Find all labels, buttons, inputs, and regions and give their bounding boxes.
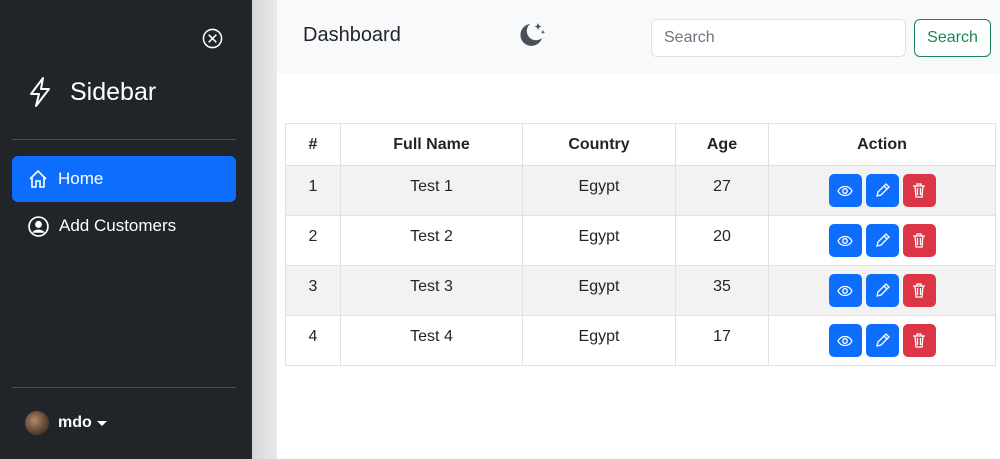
brand-label: Sidebar bbox=[70, 77, 157, 106]
pencil-icon bbox=[875, 233, 890, 247]
edit-button[interactable] bbox=[865, 224, 899, 257]
table-row: 4 Test 4 Egypt 17 bbox=[285, 315, 996, 366]
sidebar-item-home[interactable]: Home bbox=[12, 156, 236, 202]
user-dropdown[interactable]: mdo bbox=[25, 411, 107, 435]
table-row: 3 Test 3 Egypt 35 bbox=[285, 265, 996, 316]
column-header: Age bbox=[675, 123, 769, 166]
table-row: 1 Test 1 Egypt 27 bbox=[285, 165, 996, 216]
caret-down-icon bbox=[96, 420, 107, 426]
cell-id: 4 bbox=[285, 315, 341, 366]
cell-actions bbox=[768, 315, 996, 366]
user-name: mdo bbox=[58, 414, 92, 431]
edit-button[interactable] bbox=[865, 324, 899, 357]
column-header: Action bbox=[768, 123, 996, 166]
eye-icon bbox=[837, 235, 853, 246]
cell-name: Test 1 bbox=[340, 165, 523, 216]
trash-icon bbox=[913, 333, 925, 348]
edit-button[interactable] bbox=[865, 174, 899, 207]
view-button[interactable] bbox=[828, 274, 862, 307]
cell-actions bbox=[768, 165, 996, 216]
view-button[interactable] bbox=[828, 324, 862, 357]
cell-age: 27 bbox=[675, 165, 769, 216]
edit-button[interactable] bbox=[865, 274, 899, 307]
trash-icon bbox=[913, 183, 925, 198]
pencil-icon bbox=[875, 183, 890, 197]
cell-country: Egypt bbox=[522, 315, 676, 366]
view-button[interactable] bbox=[828, 224, 862, 257]
eye-icon bbox=[837, 335, 853, 346]
delete-button[interactable] bbox=[902, 274, 936, 307]
cell-actions bbox=[768, 215, 996, 266]
cell-name: Test 3 bbox=[340, 265, 523, 316]
eye-icon bbox=[837, 185, 853, 196]
pencil-icon bbox=[875, 333, 890, 347]
sidebar-item-label: Add Customers bbox=[59, 216, 177, 235]
sidebar-item-label: Home bbox=[58, 169, 104, 188]
person-circle-icon bbox=[28, 215, 49, 237]
cell-age: 35 bbox=[675, 265, 769, 316]
column-header: # bbox=[285, 123, 341, 166]
cell-country: Egypt bbox=[522, 165, 676, 216]
cell-age: 17 bbox=[675, 315, 769, 366]
page-title: Dashboard bbox=[303, 24, 401, 46]
cell-country: Egypt bbox=[522, 265, 676, 316]
trash-icon bbox=[913, 283, 925, 298]
sidebar-item-add-customers[interactable]: Add Customers bbox=[12, 203, 236, 249]
search-input[interactable] bbox=[651, 19, 906, 57]
cell-country: Egypt bbox=[522, 215, 676, 266]
delete-button[interactable] bbox=[902, 174, 936, 207]
main-content: Dashboard Search # Full Name Country Age… bbox=[277, 0, 1000, 459]
top-navbar: Dashboard Search bbox=[277, 0, 1000, 74]
avatar bbox=[25, 411, 49, 435]
table-row: 2 Test 2 Egypt 20 bbox=[285, 215, 996, 266]
search-button[interactable]: Search bbox=[914, 19, 991, 57]
cell-id: 2 bbox=[285, 215, 341, 266]
column-header: Country bbox=[522, 123, 676, 166]
sidebar-brand[interactable]: Sidebar bbox=[28, 76, 156, 108]
sidebar: Sidebar Home Add Customers mdo bbox=[0, 0, 252, 459]
moon-stars-icon[interactable] bbox=[517, 20, 547, 50]
lightning-icon bbox=[30, 77, 50, 107]
view-button[interactable] bbox=[828, 174, 862, 207]
cell-name: Test 4 bbox=[340, 315, 523, 366]
column-header: Full Name bbox=[340, 123, 523, 166]
house-icon bbox=[29, 169, 47, 188]
divider bbox=[12, 139, 236, 140]
close-circle-icon[interactable] bbox=[202, 28, 223, 49]
cell-age: 20 bbox=[675, 215, 769, 266]
eye-icon bbox=[837, 285, 853, 296]
cell-id: 1 bbox=[285, 165, 341, 216]
pencil-icon bbox=[875, 283, 890, 297]
trash-icon bbox=[913, 233, 925, 248]
cell-id: 3 bbox=[285, 265, 341, 316]
divider bbox=[12, 387, 236, 388]
delete-button[interactable] bbox=[902, 324, 936, 357]
cell-name: Test 2 bbox=[340, 215, 523, 266]
customers-table: # Full Name Country Age Action 1 Test 1 … bbox=[285, 123, 996, 366]
delete-button[interactable] bbox=[902, 224, 936, 257]
sidebar-gutter bbox=[252, 0, 277, 459]
cell-actions bbox=[768, 265, 996, 316]
